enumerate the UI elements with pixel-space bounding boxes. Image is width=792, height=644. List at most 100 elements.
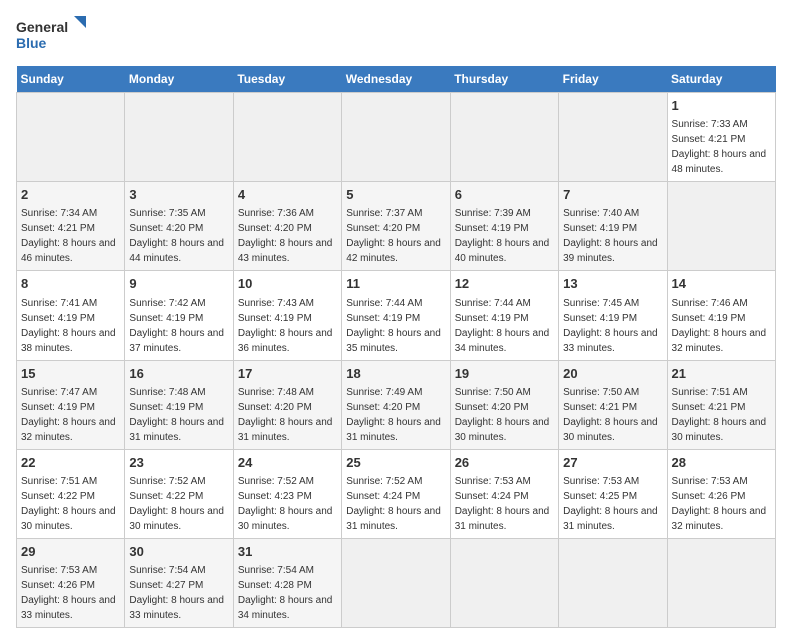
day-info: Sunrise: 7:39 AM Sunset: 4:19 PM Dayligh… <box>455 208 550 264</box>
day-header-sunday: Sunday <box>17 66 125 93</box>
day-number: 5 <box>346 186 445 204</box>
day-header-monday: Monday <box>125 66 233 93</box>
day-header-wednesday: Wednesday <box>342 66 450 93</box>
day-header-thursday: Thursday <box>450 66 558 93</box>
calendar-table: SundayMondayTuesdayWednesdayThursdayFrid… <box>16 66 776 628</box>
page-header: General Blue <box>16 16 776 56</box>
day-number: 19 <box>455 365 554 383</box>
logo-svg: General Blue <box>16 16 86 56</box>
day-info: Sunrise: 7:36 AM Sunset: 4:20 PM Dayligh… <box>238 208 333 264</box>
empty-cell <box>450 93 558 182</box>
day-info: Sunrise: 7:51 AM Sunset: 4:22 PM Dayligh… <box>21 476 116 532</box>
day-cell-29: 29 Sunrise: 7:53 AM Sunset: 4:26 PM Dayl… <box>17 538 125 627</box>
empty-cell <box>450 538 558 627</box>
day-number: 16 <box>129 365 228 383</box>
day-info: Sunrise: 7:52 AM Sunset: 4:23 PM Dayligh… <box>238 476 333 532</box>
day-cell-14: 14 Sunrise: 7:46 AM Sunset: 4:19 PM Dayl… <box>667 271 775 360</box>
day-cell-11: 11 Sunrise: 7:44 AM Sunset: 4:19 PM Dayl… <box>342 271 450 360</box>
day-number: 10 <box>238 275 337 293</box>
day-number: 3 <box>129 186 228 204</box>
empty-cell <box>342 538 450 627</box>
day-cell-20: 20 Sunrise: 7:50 AM Sunset: 4:21 PM Dayl… <box>559 360 667 449</box>
day-info: Sunrise: 7:45 AM Sunset: 4:19 PM Dayligh… <box>563 298 658 354</box>
day-cell-6: 6 Sunrise: 7:39 AM Sunset: 4:19 PM Dayli… <box>450 182 558 271</box>
day-cell-15: 15 Sunrise: 7:47 AM Sunset: 4:19 PM Dayl… <box>17 360 125 449</box>
day-cell-8: 8 Sunrise: 7:41 AM Sunset: 4:19 PM Dayli… <box>17 271 125 360</box>
day-cell-3: 3 Sunrise: 7:35 AM Sunset: 4:20 PM Dayli… <box>125 182 233 271</box>
day-info: Sunrise: 7:53 AM Sunset: 4:26 PM Dayligh… <box>672 476 767 532</box>
day-number: 29 <box>21 543 120 561</box>
day-cell-24: 24 Sunrise: 7:52 AM Sunset: 4:23 PM Dayl… <box>233 449 341 538</box>
day-info: Sunrise: 7:44 AM Sunset: 4:19 PM Dayligh… <box>346 298 441 354</box>
day-number: 14 <box>672 275 771 293</box>
day-number: 22 <box>21 454 120 472</box>
day-number: 20 <box>563 365 662 383</box>
empty-cell <box>233 93 341 182</box>
logo: General Blue <box>16 16 86 56</box>
day-number: 13 <box>563 275 662 293</box>
day-info: Sunrise: 7:43 AM Sunset: 4:19 PM Dayligh… <box>238 298 333 354</box>
day-number: 11 <box>346 275 445 293</box>
day-number: 12 <box>455 275 554 293</box>
day-info: Sunrise: 7:48 AM Sunset: 4:19 PM Dayligh… <box>129 387 224 443</box>
day-info: Sunrise: 7:40 AM Sunset: 4:19 PM Dayligh… <box>563 208 658 264</box>
day-info: Sunrise: 7:48 AM Sunset: 4:20 PM Dayligh… <box>238 387 333 443</box>
day-cell-10: 10 Sunrise: 7:43 AM Sunset: 4:19 PM Dayl… <box>233 271 341 360</box>
day-cell-22: 22 Sunrise: 7:51 AM Sunset: 4:22 PM Dayl… <box>17 449 125 538</box>
empty-cell <box>559 93 667 182</box>
day-cell-5: 5 Sunrise: 7:37 AM Sunset: 4:20 PM Dayli… <box>342 182 450 271</box>
day-cell-13: 13 Sunrise: 7:45 AM Sunset: 4:19 PM Dayl… <box>559 271 667 360</box>
day-number: 27 <box>563 454 662 472</box>
empty-cell <box>559 538 667 627</box>
day-info: Sunrise: 7:35 AM Sunset: 4:20 PM Dayligh… <box>129 208 224 264</box>
svg-text:Blue: Blue <box>16 35 47 51</box>
day-number: 26 <box>455 454 554 472</box>
day-cell-28: 28 Sunrise: 7:53 AM Sunset: 4:26 PM Dayl… <box>667 449 775 538</box>
day-info: Sunrise: 7:50 AM Sunset: 4:20 PM Dayligh… <box>455 387 550 443</box>
day-info: Sunrise: 7:37 AM Sunset: 4:20 PM Dayligh… <box>346 208 441 264</box>
day-header-saturday: Saturday <box>667 66 775 93</box>
day-header-friday: Friday <box>559 66 667 93</box>
day-number: 21 <box>672 365 771 383</box>
calendar-week-5: 22 Sunrise: 7:51 AM Sunset: 4:22 PM Dayl… <box>17 449 776 538</box>
day-cell-12: 12 Sunrise: 7:44 AM Sunset: 4:19 PM Dayl… <box>450 271 558 360</box>
day-cell-26: 26 Sunrise: 7:53 AM Sunset: 4:24 PM Dayl… <box>450 449 558 538</box>
day-number: 17 <box>238 365 337 383</box>
empty-cell <box>667 538 775 627</box>
day-cell-30: 30 Sunrise: 7:54 AM Sunset: 4:27 PM Dayl… <box>125 538 233 627</box>
day-info: Sunrise: 7:54 AM Sunset: 4:27 PM Dayligh… <box>129 565 224 621</box>
day-info: Sunrise: 7:47 AM Sunset: 4:19 PM Dayligh… <box>21 387 116 443</box>
day-number: 8 <box>21 275 120 293</box>
day-info: Sunrise: 7:53 AM Sunset: 4:25 PM Dayligh… <box>563 476 658 532</box>
day-number: 2 <box>21 186 120 204</box>
day-number: 4 <box>238 186 337 204</box>
day-info: Sunrise: 7:42 AM Sunset: 4:19 PM Dayligh… <box>129 298 224 354</box>
day-cell-21: 21 Sunrise: 7:51 AM Sunset: 4:21 PM Dayl… <box>667 360 775 449</box>
day-cell-18: 18 Sunrise: 7:49 AM Sunset: 4:20 PM Dayl… <box>342 360 450 449</box>
calendar-week-6: 29 Sunrise: 7:53 AM Sunset: 4:26 PM Dayl… <box>17 538 776 627</box>
day-cell-17: 17 Sunrise: 7:48 AM Sunset: 4:20 PM Dayl… <box>233 360 341 449</box>
day-number: 30 <box>129 543 228 561</box>
day-number: 31 <box>238 543 337 561</box>
calendar-week-3: 8 Sunrise: 7:41 AM Sunset: 4:19 PM Dayli… <box>17 271 776 360</box>
svg-text:General: General <box>16 19 68 35</box>
day-info: Sunrise: 7:52 AM Sunset: 4:22 PM Dayligh… <box>129 476 224 532</box>
day-cell-4: 4 Sunrise: 7:36 AM Sunset: 4:20 PM Dayli… <box>233 182 341 271</box>
day-cell-16: 16 Sunrise: 7:48 AM Sunset: 4:19 PM Dayl… <box>125 360 233 449</box>
day-info: Sunrise: 7:53 AM Sunset: 4:24 PM Dayligh… <box>455 476 550 532</box>
day-cell-7: 7 Sunrise: 7:40 AM Sunset: 4:19 PM Dayli… <box>559 182 667 271</box>
day-number: 23 <box>129 454 228 472</box>
day-number: 15 <box>21 365 120 383</box>
day-info: Sunrise: 7:49 AM Sunset: 4:20 PM Dayligh… <box>346 387 441 443</box>
day-info: Sunrise: 7:33 AM Sunset: 4:21 PM Dayligh… <box>672 119 767 175</box>
calendar-week-2: 2 Sunrise: 7:34 AM Sunset: 4:21 PM Dayli… <box>17 182 776 271</box>
day-info: Sunrise: 7:41 AM Sunset: 4:19 PM Dayligh… <box>21 298 116 354</box>
day-info: Sunrise: 7:46 AM Sunset: 4:19 PM Dayligh… <box>672 298 767 354</box>
day-number: 28 <box>672 454 771 472</box>
day-info: Sunrise: 7:54 AM Sunset: 4:28 PM Dayligh… <box>238 565 333 621</box>
calendar-week-4: 15 Sunrise: 7:47 AM Sunset: 4:19 PM Dayl… <box>17 360 776 449</box>
day-cell-25: 25 Sunrise: 7:52 AM Sunset: 4:24 PM Dayl… <box>342 449 450 538</box>
empty-cell <box>342 93 450 182</box>
day-cell-9: 9 Sunrise: 7:42 AM Sunset: 4:19 PM Dayli… <box>125 271 233 360</box>
day-cell-19: 19 Sunrise: 7:50 AM Sunset: 4:20 PM Dayl… <box>450 360 558 449</box>
